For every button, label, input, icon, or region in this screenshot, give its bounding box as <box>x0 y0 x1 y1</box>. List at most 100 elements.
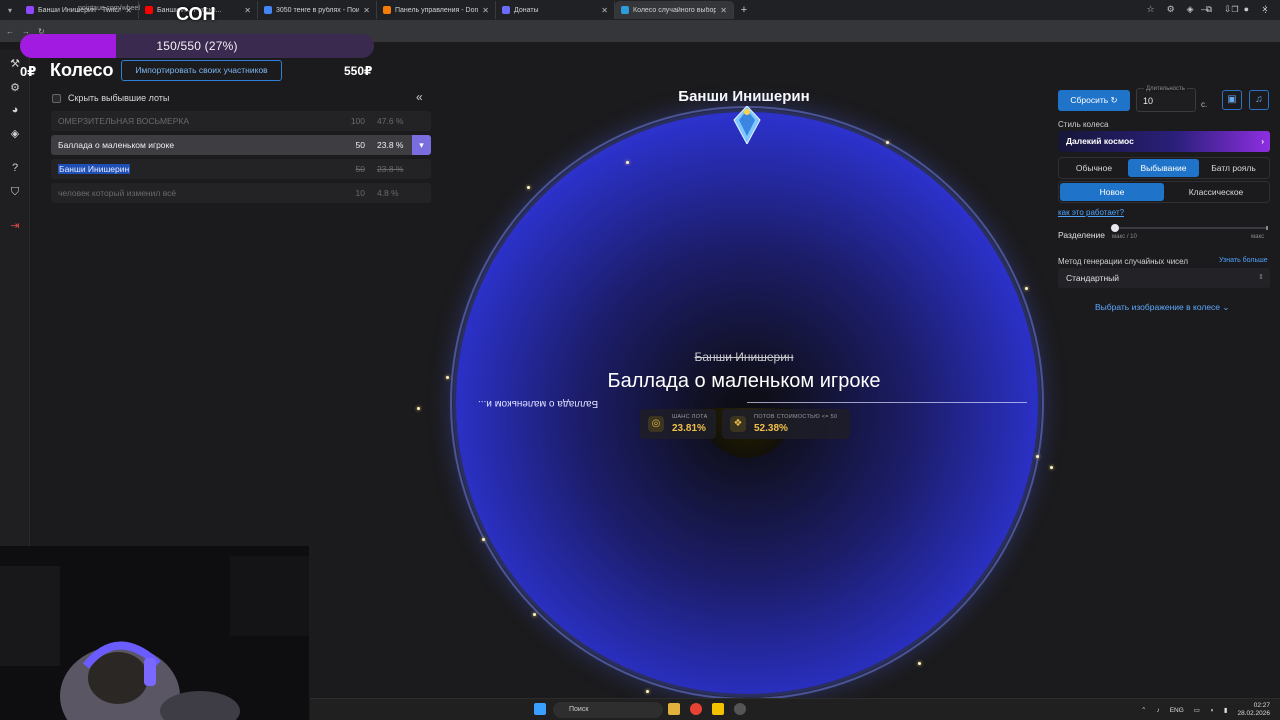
chrome-icon[interactable] <box>690 703 702 715</box>
help-icon[interactable]: ? <box>9 162 21 174</box>
lot-amount: 50 <box>355 164 365 174</box>
variant-classic[interactable]: Классическое <box>1164 183 1268 201</box>
slider-tick <box>1266 226 1268 230</box>
language-indicator[interactable]: ENG <box>1170 707 1184 714</box>
duration-value[interactable]: 10 <box>1143 96 1153 106</box>
lot-row-current[interactable]: Баллада о маленьком игроке 50 23.8 % ▾ <box>51 135 431 155</box>
star <box>533 613 536 616</box>
tab-close-icon[interactable]: ✕ <box>720 6 727 15</box>
app-icon[interactable] <box>712 703 724 715</box>
new-tab-button[interactable]: + <box>734 4 754 16</box>
wheel-view-icon[interactable]: ▣ <box>1222 90 1242 110</box>
menu-dots-icon[interactable]: ⋮ <box>1261 4 1270 15</box>
back-icon[interactable]: ← <box>6 27 14 36</box>
lot-percent: 47.6 % <box>377 116 404 126</box>
music-icon[interactable]: ♫ <box>1249 90 1269 110</box>
lot-row[interactable]: человек который изменил всё 10 4.8 % <box>51 183 431 203</box>
clock-time: 02:27 <box>1253 702 1270 709</box>
tab-close-icon[interactable]: ✕ <box>244 6 251 15</box>
choose-wheel-image-button[interactable]: Выбрать изображение в колесе ⌄ <box>1095 302 1230 313</box>
mode-battle-royale[interactable]: Батл рояль <box>1199 159 1268 177</box>
browser-tab[interactable]: Донаты ✕ <box>496 1 615 19</box>
battery-icon[interactable]: ▮ <box>1224 706 1228 714</box>
star <box>446 376 449 379</box>
wheel-pie-icon[interactable]: ◕ <box>9 104 21 116</box>
shield-icon[interactable]: ◈ <box>1187 4 1194 15</box>
lot-row[interactable]: омерзительная восьмерка 100 47.6 % <box>51 111 431 131</box>
webcam-feed <box>0 546 309 720</box>
lot-name: человек который изменил всё <box>58 188 177 198</box>
variant-new[interactable]: Новое <box>1060 183 1164 201</box>
tab-favicon-icon <box>145 6 153 14</box>
tab-close-icon[interactable]: ✕ <box>482 6 489 15</box>
tray-chevron-icon[interactable]: ⌃ <box>1141 706 1146 714</box>
duration-unit: с. <box>1201 100 1208 109</box>
hide-eliminated-toggle[interactable]: Скрыть выбывшие лоты <box>52 93 169 103</box>
tab-search-icon[interactable]: ▾ <box>0 0 20 20</box>
taskbar: Поиск ⌃ ♪ ENG ▭ ◖ ▮ 02:27 28.02.2026 <box>310 698 1280 720</box>
download-icon[interactable]: ⇩ <box>1224 4 1232 15</box>
lot-percent: 23.8 % <box>377 164 404 174</box>
wheel-segment-label: Баллада о маленьком и... <box>478 398 599 409</box>
browser-tab[interactable]: Панель управления - Donati...✕ <box>377 1 496 19</box>
star <box>1025 287 1028 290</box>
import-participants-button[interactable]: Импортировать своих участников <box>121 60 282 81</box>
taskbar-search[interactable]: Поиск <box>553 702 663 718</box>
bookmark-star-icon[interactable]: ☆ <box>1147 4 1155 15</box>
stat-threshold: ❖ ПОТОВ СТОИМОСТЬЮ <= 50 52.38% <box>722 409 850 439</box>
choose-image-label: Выбрать изображение в колесе <box>1095 302 1221 312</box>
reset-button[interactable]: Сбросить ↻ <box>1058 90 1130 111</box>
mic-icon[interactable]: ♪ <box>1156 707 1159 714</box>
url-field[interactable]: pointauc.com/wheel <box>78 5 140 12</box>
rng-select[interactable]: Стандартный ⇕ <box>1058 268 1270 288</box>
wheel-title: Банши Инишерин <box>678 88 810 105</box>
settings-gear-icon[interactable]: ⚙ <box>9 82 21 94</box>
webcam-image <box>0 546 309 720</box>
star <box>527 186 530 189</box>
volume-icon[interactable]: ◖ <box>1210 707 1214 714</box>
rng-learn-more-link[interactable]: Узнать больше <box>1219 257 1268 264</box>
checkbox[interactable] <box>52 93 61 103</box>
file-explorer-icon[interactable] <box>668 703 680 715</box>
goal-text: 150/550 (27%) <box>156 39 238 53</box>
mode-normal[interactable]: Обычное <box>1060 159 1128 177</box>
tab-close-icon[interactable]: ✕ <box>363 6 370 15</box>
windows-start-icon[interactable] <box>534 703 546 715</box>
network-icon[interactable]: ▭ <box>1194 706 1200 714</box>
rng-label: Метод генерации случайных чисел <box>1058 257 1189 266</box>
layers-icon[interactable]: ◈ <box>9 128 21 140</box>
tab-favicon-icon <box>502 6 510 14</box>
tab-favicon-icon <box>26 6 34 14</box>
profile-icon[interactable]: ● <box>1244 4 1249 15</box>
browser-tab[interactable]: Колесо случайного выбора - ... ✕ <box>615 1 734 19</box>
wheel-style-select[interactable]: Далекий космос › <box>1058 131 1270 152</box>
star <box>646 690 649 693</box>
collapse-panel-icon[interactable]: « <box>416 90 423 104</box>
split-slider[interactable] <box>1111 224 1268 232</box>
left-rail: ⚒ ⚙ ◕ ◈ ? ⛉ ⇥ <box>0 50 30 550</box>
stat-value: 52.38% <box>754 423 788 434</box>
split-min-label: макс / 10 <box>1112 234 1137 240</box>
star <box>886 141 889 144</box>
puzzle-icon[interactable]: ⧉ <box>1206 4 1212 15</box>
wheel-style-value: Далекий космос <box>1066 136 1134 146</box>
lot-action-icon[interactable]: ▾ <box>412 135 431 155</box>
total-amount: 550₽ <box>344 64 373 78</box>
reset-label: Сбросить <box>1070 95 1109 105</box>
browser-toolbar-icons: ☆ ⚙ ◈ ⧉ ⇩ ● ⋮ <box>1147 4 1271 15</box>
slider-handle[interactable] <box>1111 224 1119 232</box>
logout-icon[interactable]: ⇥ <box>9 220 21 232</box>
browser-tab[interactable]: 3050 тенге в рублях - Поиск в... ✕ <box>258 1 377 19</box>
clock[interactable]: 02:27 28.02.2026 <box>1237 702 1270 718</box>
extension-icon[interactable]: ⚙ <box>1167 4 1175 15</box>
variant-segmented: Новое Классическое <box>1060 183 1268 201</box>
star <box>1050 466 1053 469</box>
lot-row[interactable]: Банши Инишерин 50 23.8 % <box>51 159 431 179</box>
star <box>482 538 485 541</box>
tab-close-icon[interactable]: ✕ <box>601 6 608 15</box>
mode-elimination[interactable]: Выбывание <box>1128 159 1199 177</box>
how-it-works-link[interactable]: как это работает? <box>1058 208 1124 217</box>
shield-check-icon[interactable]: ⛉ <box>9 186 21 198</box>
obs-icon[interactable] <box>734 703 746 715</box>
chevron-down-icon: ⌄ <box>1222 302 1230 312</box>
